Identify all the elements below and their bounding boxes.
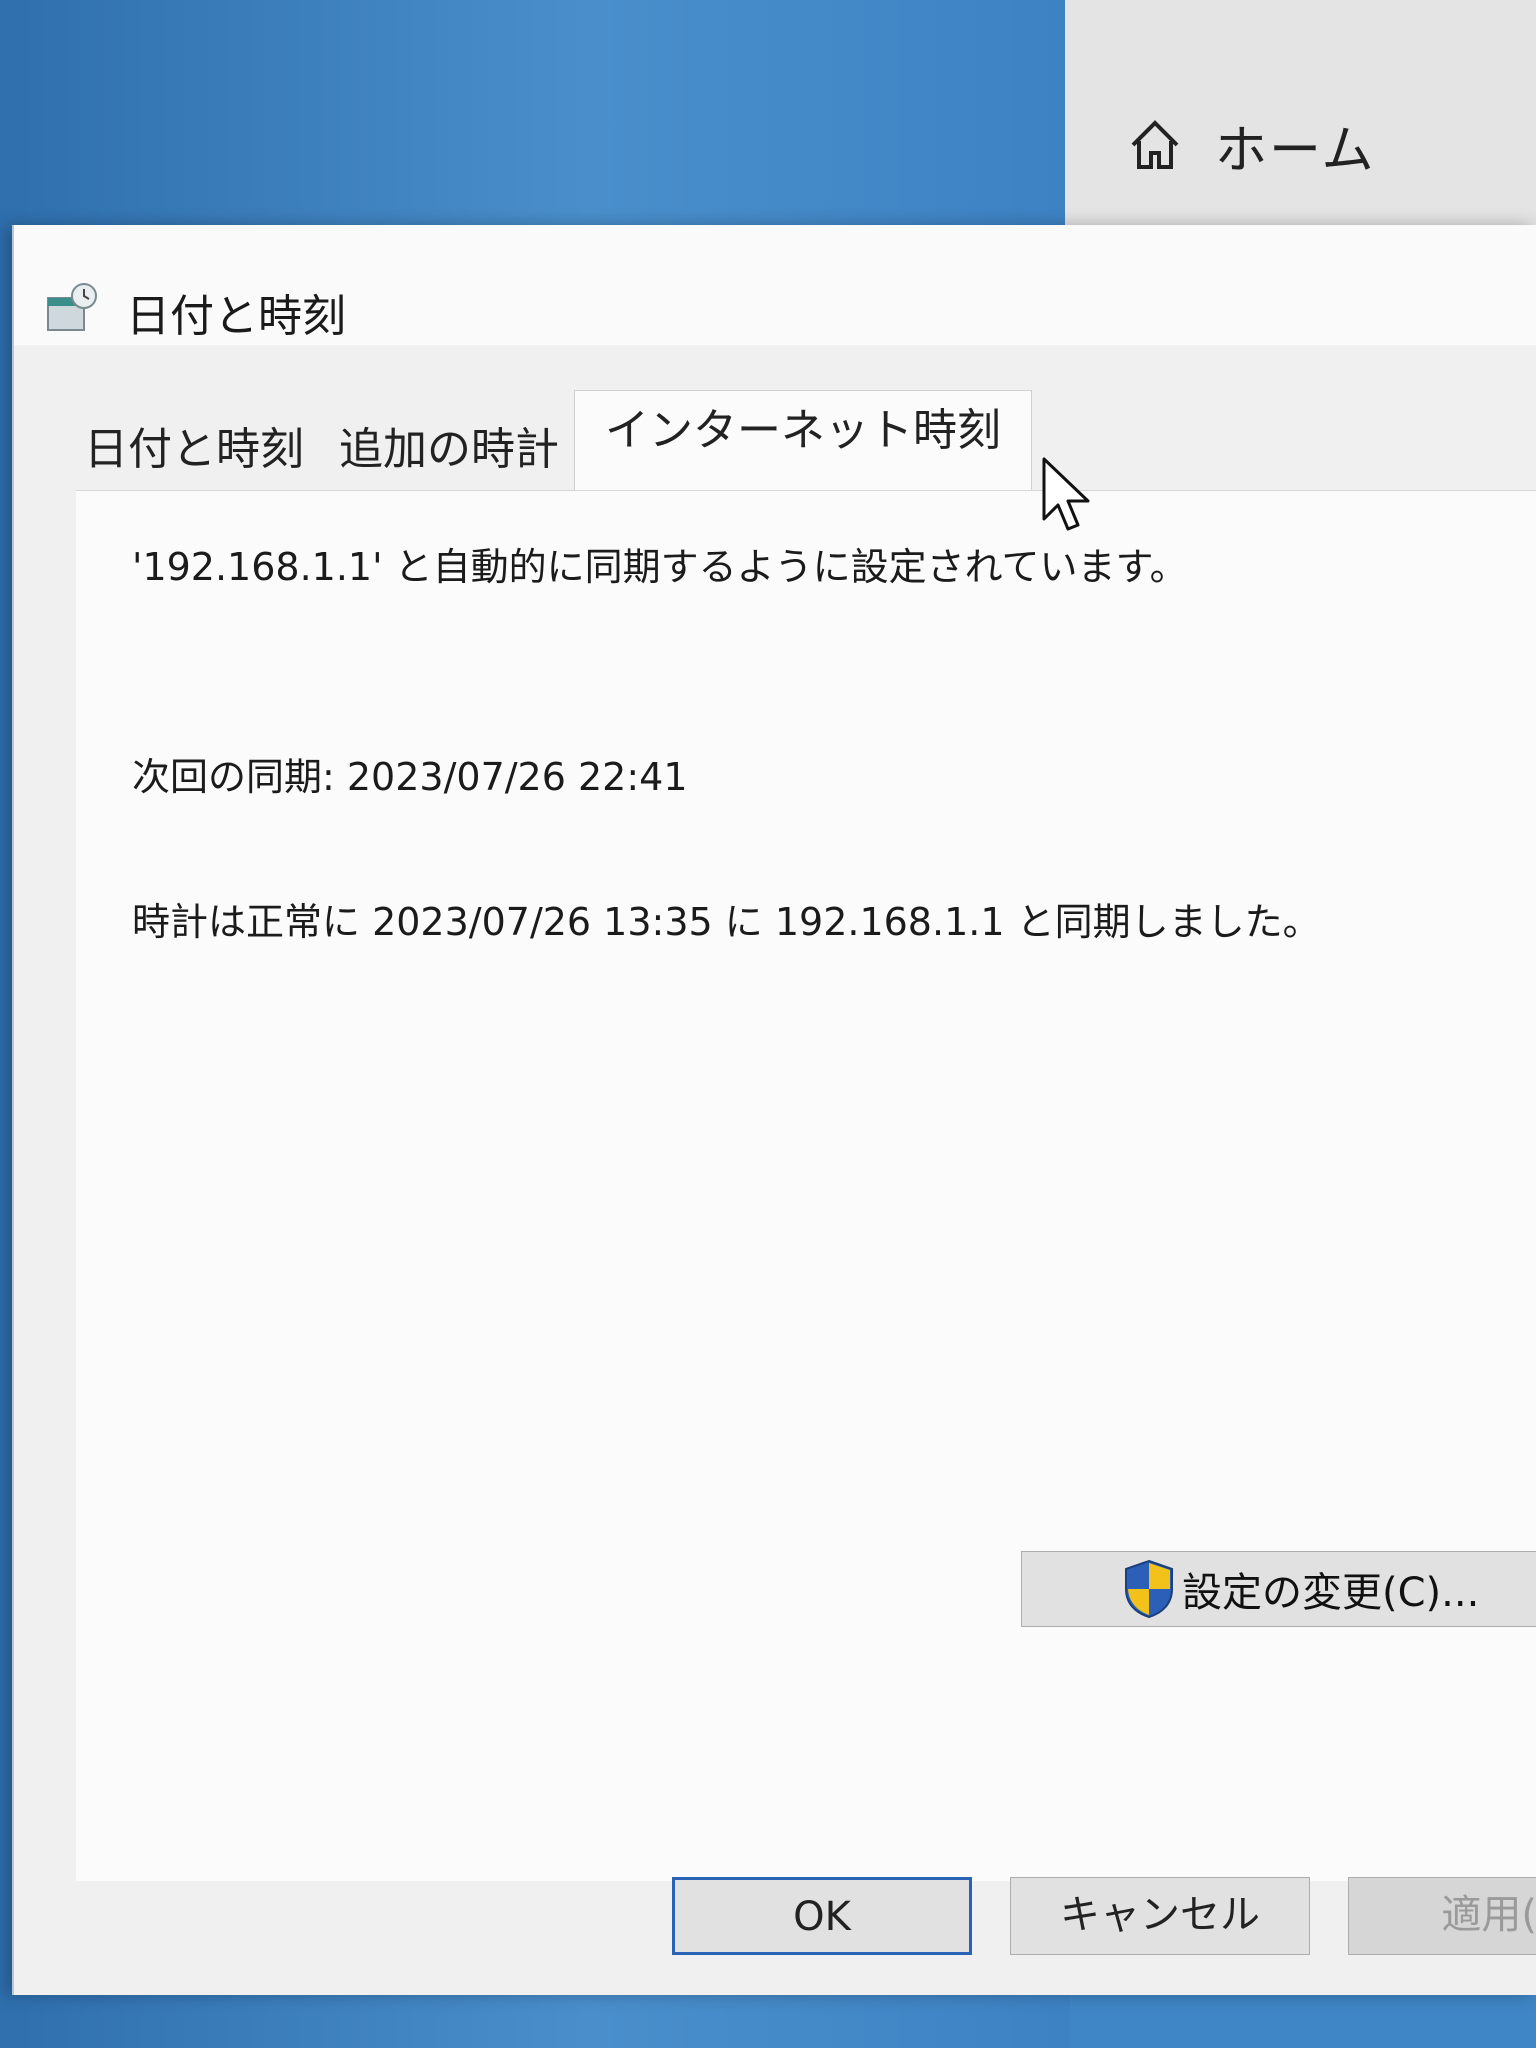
- date-time-dialog: 日付と時刻 日付と時刻 追加の時計 インターネット時刻 '192.168.1.1…: [12, 225, 1536, 1995]
- home-icon: [1131, 120, 1179, 169]
- title-bar: 日付と時刻: [14, 225, 1536, 345]
- change-settings-button[interactable]: 設定の変更(C)...: [1021, 1551, 1536, 1627]
- apply-button[interactable]: 適用(: [1348, 1877, 1536, 1955]
- settings-home-nav[interactable]: ホーム: [1125, 105, 1375, 185]
- date-time-app-icon: [47, 283, 97, 331]
- home-label: ホーム: [1215, 120, 1376, 181]
- tab-strip: 日付と時刻 追加の時計 インターネット時刻: [74, 380, 1536, 491]
- mouse-cursor-icon: [1042, 457, 1090, 531]
- next-sync-text: 次回の同期: 2023/07/26 22:41: [132, 755, 688, 799]
- uac-shield-icon: [1125, 1559, 1173, 1619]
- tab-additional-clocks[interactable]: 追加の時計: [329, 410, 569, 490]
- dialog-title: 日付と時刻: [126, 291, 346, 342]
- sync-setting-text: '192.168.1.1' と自動的に同期するように設定されています。: [132, 545, 1188, 589]
- tab-internet-time[interactable]: インターネット時刻: [574, 390, 1032, 491]
- last-sync-text: 時計は正常に 2023/07/26 13:35 に 192.168.1.1 と同…: [132, 900, 1321, 944]
- cancel-button[interactable]: キャンセル: [1010, 1877, 1310, 1955]
- tab-date-time[interactable]: 日付と時刻: [74, 410, 314, 490]
- internet-time-panel: '192.168.1.1' と自動的に同期するように設定されています。 次回の同…: [76, 490, 1536, 1881]
- ok-button[interactable]: OK: [672, 1877, 972, 1955]
- change-settings-label: 設定の変更(C)...: [1182, 1570, 1480, 1616]
